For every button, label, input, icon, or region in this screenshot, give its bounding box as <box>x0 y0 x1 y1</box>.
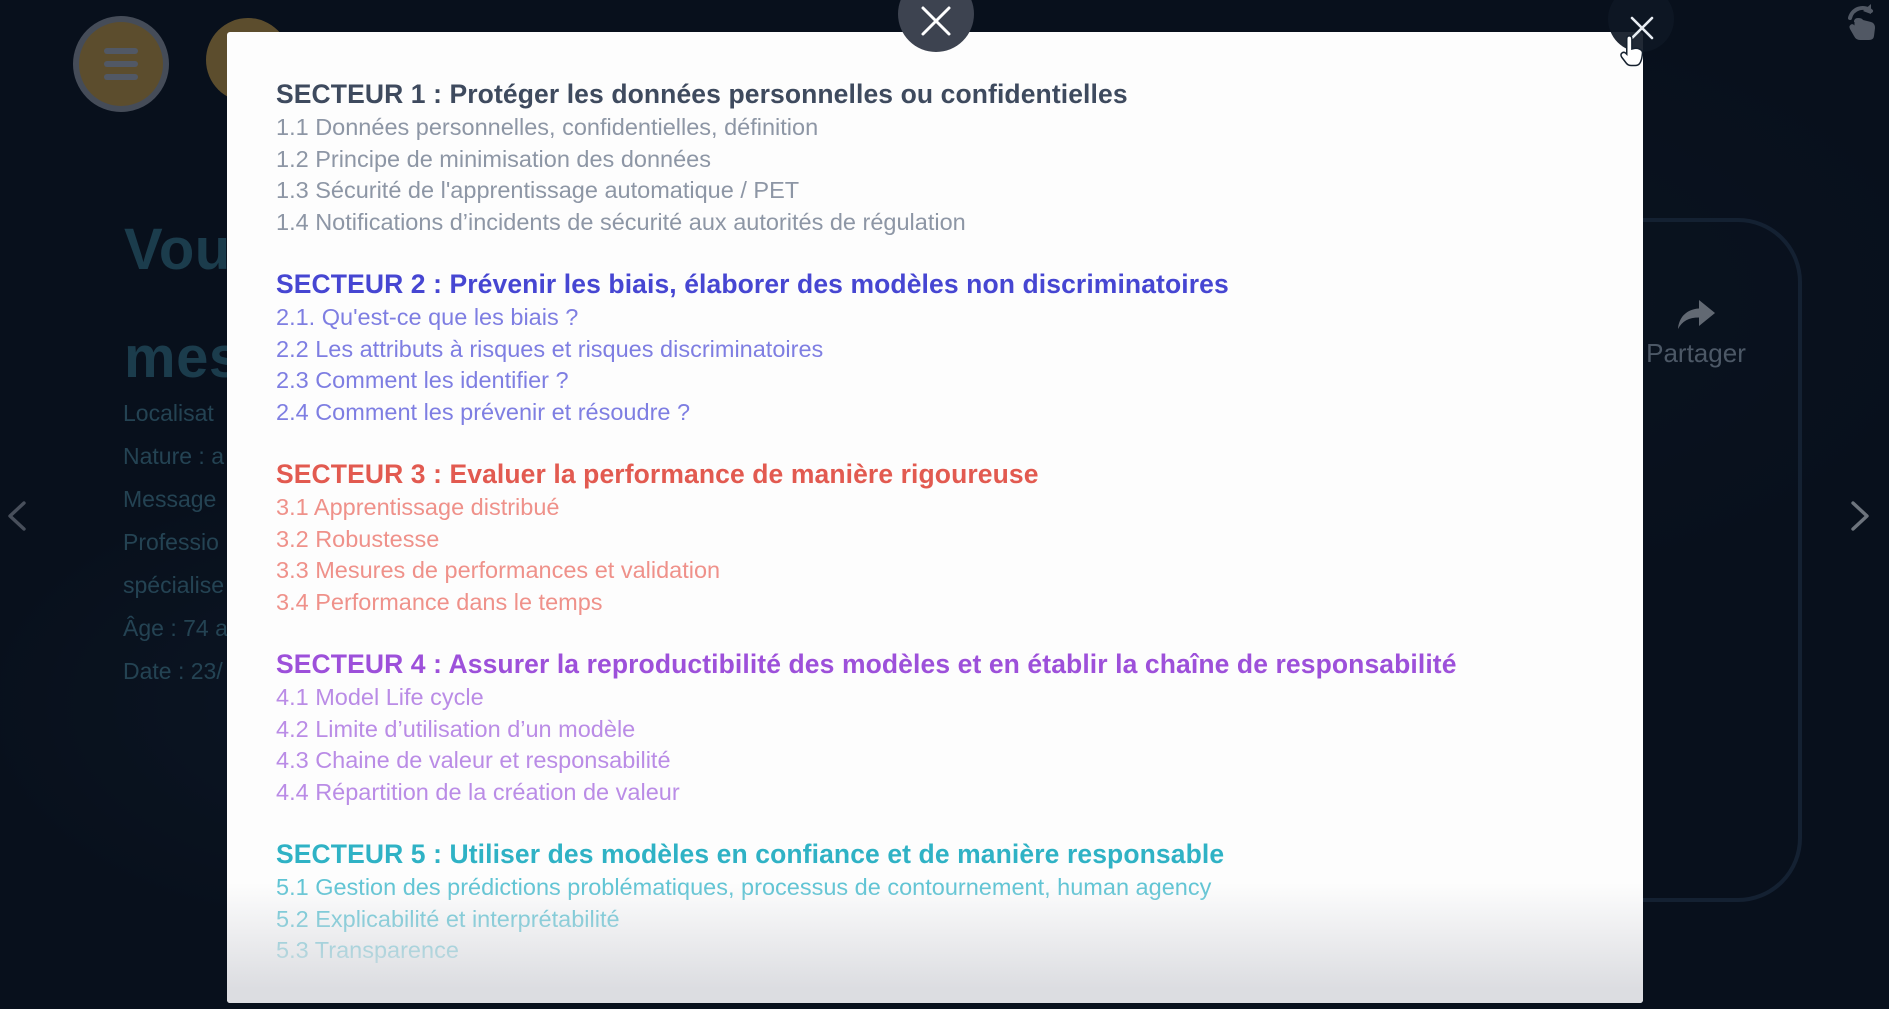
toc-item[interactable]: 2.3 Comment les identifier ? <box>276 365 1603 397</box>
close-icon <box>1628 14 1656 42</box>
toc-item[interactable]: 5.1 Gestion des prédictions problématiqu… <box>276 872 1603 904</box>
table-of-contents-modal: SECTEUR 1 : Protéger les données personn… <box>227 32 1643 1003</box>
toc-item[interactable]: 4.3 Chaine de valeur et responsabilité <box>276 745 1603 777</box>
toc-item[interactable]: 1.3 Sécurité de l'apprentissage automati… <box>276 175 1603 207</box>
close-icon <box>918 3 954 39</box>
section-title[interactable]: SECTEUR 4 : Assurer la reproductibilité … <box>276 647 1603 682</box>
toc-item[interactable]: 3.3 Mesures de performances et validatio… <box>276 555 1603 587</box>
section-secteur-4: SECTEUR 4 : Assurer la reproductibilité … <box>276 647 1603 808</box>
toc-item[interactable]: 1.1 Données personnelles, confidentielle… <box>276 112 1603 144</box>
section-secteur-2: SECTEUR 2 : Prévenir les biais, élaborer… <box>276 267 1603 428</box>
toc-item[interactable]: 3.1 Apprentissage distribué <box>276 492 1603 524</box>
section-secteur-1: SECTEUR 1 : Protéger les données personn… <box>276 77 1603 238</box>
toc-item[interactable]: 4.4 Répartition de la création de valeur <box>276 777 1603 809</box>
toc-item[interactable]: 5.2 Explicabilité et interprétabilité <box>276 904 1603 936</box>
toc-item[interactable]: 3.2 Robustesse <box>276 524 1603 556</box>
section-title[interactable]: SECTEUR 1 : Protéger les données personn… <box>276 77 1603 112</box>
toc-item[interactable]: 1.4 Notifications d’incidents de sécurit… <box>276 207 1603 239</box>
section-secteur-3: SECTEUR 3 : Evaluer la performance de ma… <box>276 457 1603 618</box>
section-title[interactable]: SECTEUR 3 : Evaluer la performance de ma… <box>276 457 1603 492</box>
toc-item[interactable]: 4.1 Model Life cycle <box>276 682 1603 714</box>
section-secteur-5: SECTEUR 5 : Utiliser des modèles en conf… <box>276 837 1603 967</box>
toc-item[interactable]: 2.4 Comment les prévenir et résoudre ? <box>276 397 1603 429</box>
section-title[interactable]: SECTEUR 5 : Utiliser des modèles en conf… <box>276 837 1603 872</box>
toc-item[interactable]: 5.3 Transparence <box>276 935 1603 967</box>
toc-item[interactable]: 2.1. Qu'est-ce que les biais ? <box>276 302 1603 334</box>
toc-item[interactable]: 2.2 Les attributs à risques et risques d… <box>276 334 1603 366</box>
page: Vou mes Localisat Nature : a Message Pro… <box>0 0 1889 1009</box>
toc-item[interactable]: 4.2 Limite d’utilisation d’un modèle <box>276 714 1603 746</box>
toc-item[interactable]: 1.2 Principe de minimisation des données <box>276 144 1603 176</box>
section-title[interactable]: SECTEUR 2 : Prévenir les biais, élaborer… <box>276 267 1603 302</box>
toc-item[interactable]: 3.4 Performance dans le temps <box>276 587 1603 619</box>
